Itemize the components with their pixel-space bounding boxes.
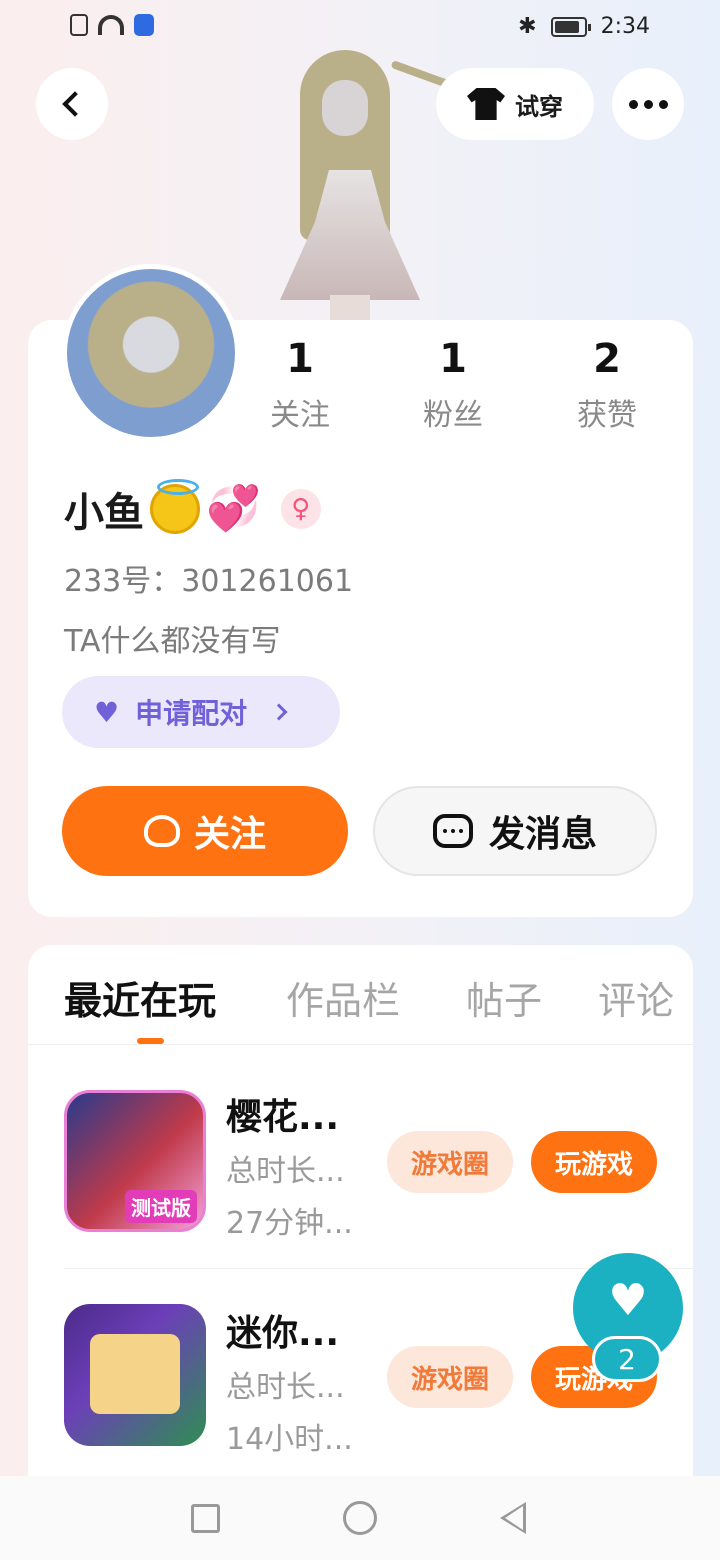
follow-button[interactable]: 关注	[62, 786, 348, 876]
game-circle-button[interactable]: 游戏圈	[387, 1346, 513, 1408]
shirt-icon	[467, 88, 505, 120]
halo-smile-emoji-icon	[150, 479, 200, 534]
home-icon[interactable]	[343, 1501, 377, 1535]
tab-divider	[28, 1044, 693, 1045]
wifi-icon	[98, 15, 124, 35]
baidu-app-icon	[134, 14, 154, 36]
like-count-badge: 2	[592, 1336, 662, 1382]
stat-following-label: 关注	[270, 398, 330, 433]
user-id: 233号：301261061	[64, 564, 354, 599]
request-pair-label: 申请配对	[135, 697, 248, 730]
game-circle-button[interactable]: 游戏圈	[387, 1131, 513, 1193]
chevron-left-icon	[62, 91, 88, 117]
profile-name-row: 小鱼 💞 ♀	[64, 479, 321, 538]
follow-label: 关注	[193, 814, 266, 855]
play-game-button[interactable]: 玩游戏	[531, 1131, 657, 1193]
request-pair-button[interactable]: ♥ 申请配对	[62, 676, 340, 748]
stat-fans[interactable]: 1 粉丝	[393, 334, 513, 434]
status-time: 2:34	[600, 14, 650, 39]
avatar-3d-figure	[250, 50, 450, 325]
stat-following[interactable]: 1 关注	[240, 334, 360, 434]
send-message-label: 发消息	[488, 814, 597, 855]
stat-fans-value: 1	[439, 336, 467, 382]
game-title: 樱花...	[226, 1097, 340, 1138]
try-on-label: 试穿	[515, 92, 563, 121]
try-on-button[interactable]: 试穿	[436, 68, 594, 140]
battery-icon	[550, 16, 591, 37]
game-total-label: 总时长...	[226, 1154, 345, 1189]
chevron-right-icon	[270, 703, 288, 721]
tab-posts[interactable]: 帖子	[466, 970, 542, 1025]
profile-name: 小鱼	[64, 490, 144, 536]
stat-likes-label: 获赞	[577, 398, 637, 433]
heart-plus-icon	[143, 815, 180, 847]
game-title: 迷你...	[226, 1313, 340, 1354]
game-duration: 27分钟...	[226, 1206, 353, 1241]
tab-recently-played[interactable]: 最近在玩	[64, 970, 216, 1025]
stat-likes[interactable]: 2 获赞	[547, 334, 667, 434]
bluetooth-icon: ✱	[518, 14, 537, 39]
status-bar: ✱ 2:34	[0, 0, 720, 56]
game-icon-sakura[interactable]: 测试版	[64, 1090, 206, 1232]
avatar[interactable]	[62, 264, 240, 442]
game-total-label: 总时长...	[226, 1370, 345, 1405]
two-hearts-emoji-icon: 💞	[206, 483, 261, 534]
tab-works[interactable]: 作品栏	[286, 970, 400, 1025]
more-dots-icon	[628, 99, 638, 109]
stat-following-value: 1	[286, 336, 314, 382]
game-icon-mini-world[interactable]	[64, 1304, 206, 1446]
back-button[interactable]	[36, 68, 108, 140]
recent-apps-icon[interactable]	[191, 1504, 220, 1533]
game-duration: 14小时...	[226, 1422, 353, 1457]
user-bio: TA什么都没有写	[64, 624, 281, 659]
sim-alert-icon	[70, 14, 88, 36]
stat-likes-value: 2	[593, 336, 621, 382]
purple-heart-icon: ♥	[94, 695, 120, 729]
stat-fans-label: 粉丝	[423, 398, 483, 433]
test-version-badge: 测试版	[125, 1190, 197, 1223]
chat-bubble-icon	[432, 814, 473, 848]
female-gender-icon: ♀	[280, 489, 321, 529]
more-button[interactable]	[612, 68, 684, 140]
tab-comments[interactable]: 评论	[598, 970, 674, 1025]
heart-icon: ♥	[608, 1274, 648, 1326]
send-message-button[interactable]: 发消息	[373, 786, 657, 876]
